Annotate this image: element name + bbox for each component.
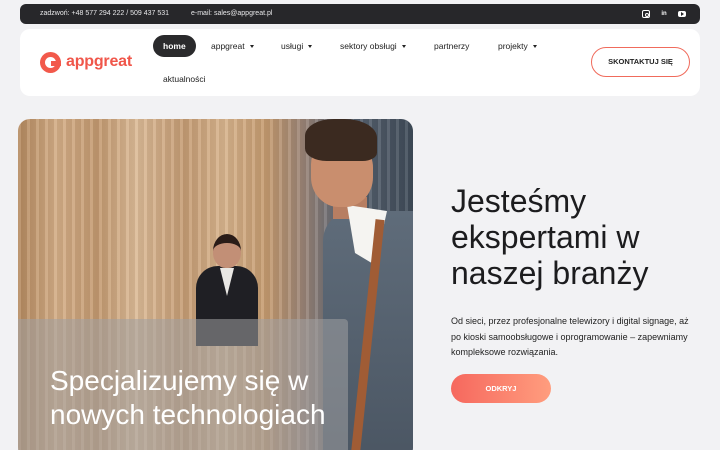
discover-button[interactable]: ODKRYJ <box>451 374 551 403</box>
main-navbar: appgreat home appgreat usługi sektory ob… <box>20 29 700 96</box>
nav-item-label: sektory obsługi <box>340 41 397 51</box>
nav-item-label: aktualności <box>163 74 206 84</box>
nav-item-label: usługi <box>281 41 304 51</box>
nav-item-label: appgreat <box>211 41 245 51</box>
nav-item-label: partnerzy <box>434 41 470 51</box>
logo[interactable]: appgreat <box>40 51 132 73</box>
nav-item-appgreat[interactable]: appgreat <box>211 35 254 57</box>
nav-item-home[interactable]: home <box>153 35 196 57</box>
nav-item-aktualnosci[interactable]: aktualności <box>163 68 206 90</box>
top-info-bar: zadzwoń: +48 577 294 222 / 509 437 531 e… <box>20 4 700 24</box>
logo-text: appgreat <box>66 53 132 70</box>
page-title: Jesteśmy ekspertami w naszej branży <box>451 183 649 291</box>
chevron-down-icon <box>249 45 254 49</box>
logo-mark-icon <box>40 51 61 73</box>
chevron-down-icon <box>401 45 406 49</box>
hero-caption: Specjalizujemy się w nowych technologiac… <box>50 365 326 430</box>
hero-description: Od sieci, przez profesjonalne telewizory… <box>451 316 689 357</box>
email-contact[interactable]: e-mail: sales@appgreat.pl <box>191 4 272 24</box>
phone-contact[interactable]: zadzwoń: +48 577 294 222 / 509 437 531 <box>40 4 169 24</box>
social-links: in <box>642 4 686 24</box>
nav-item-sektory[interactable]: sektory obsługi <box>340 35 406 57</box>
contact-button[interactable]: SKONTAKTUJ SIĘ <box>591 47 690 77</box>
nav-item-label: home <box>163 41 186 51</box>
youtube-icon[interactable] <box>678 11 686 17</box>
nav-item-partnerzy[interactable]: partnerzy <box>434 35 469 57</box>
chevron-down-icon <box>532 45 537 49</box>
nav-item-projekty[interactable]: projekty <box>498 35 537 57</box>
chevron-down-icon <box>308 45 313 49</box>
linkedin-icon[interactable]: in <box>660 10 668 18</box>
nav-item-label: projekty <box>498 41 528 51</box>
nav-item-uslugi[interactable]: usługi <box>281 35 313 57</box>
instagram-icon[interactable] <box>642 10 650 18</box>
